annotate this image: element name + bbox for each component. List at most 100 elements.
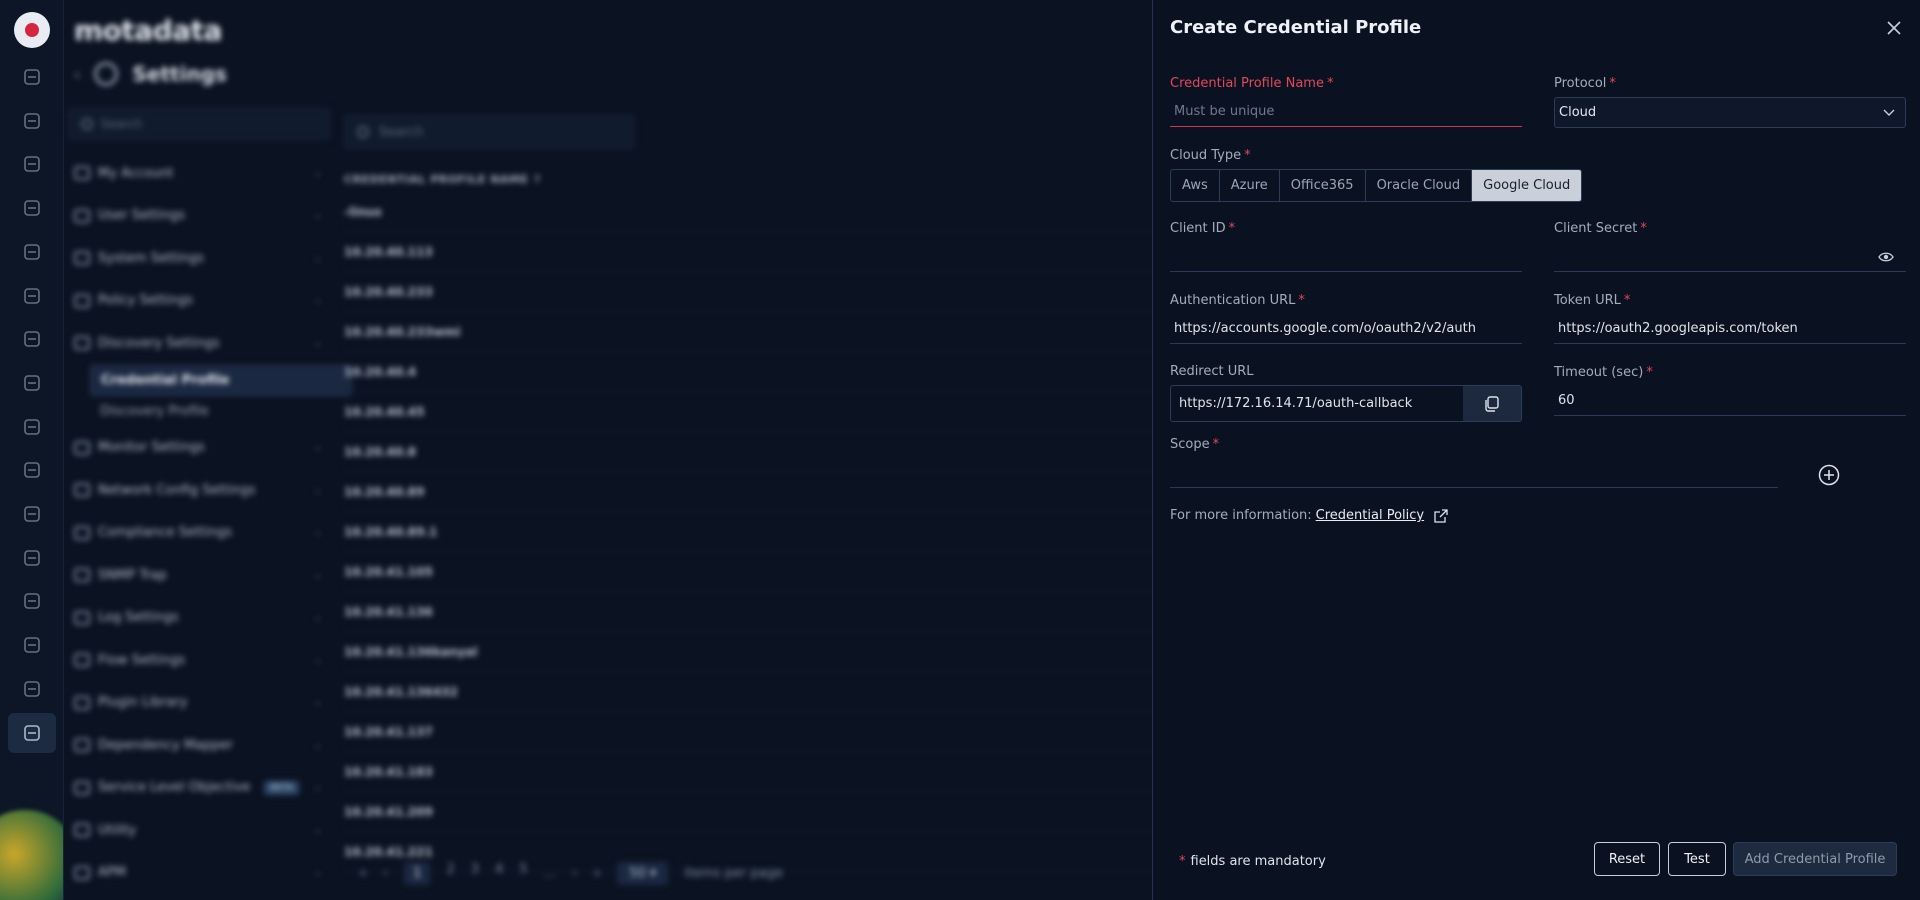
sidebar-item-utility[interactable]: Utility ⌄ [68, 809, 330, 852]
topology-icon[interactable] [20, 196, 44, 220]
chevron-down-icon: ⌄ [313, 252, 322, 264]
sidebar-subitem-discovery-profile[interactable]: Discovery Profile [68, 396, 330, 427]
cloud-type-option-azure[interactable]: Azure [1220, 170, 1280, 201]
table-row[interactable]: 10.20.40.4 [344, 352, 1164, 392]
gear-icon [94, 62, 119, 86]
page-number[interactable]: 4 [495, 862, 503, 885]
motadata-logo-icon[interactable] [14, 12, 50, 48]
sidebar-item-system-settings[interactable]: System Settings ⌄ [68, 237, 330, 280]
token-url-input[interactable] [1554, 314, 1906, 344]
sidebar-item-compliance-settings[interactable]: Compliance Settings ⌄ [68, 512, 330, 555]
profile-name-label: Credential Profile Name * [1170, 76, 1334, 91]
page-number[interactable]: 5 [519, 862, 527, 885]
robot-icon[interactable] [20, 633, 44, 657]
table-row[interactable]: 10.20.40.8 [344, 432, 1164, 472]
network-icon[interactable] [20, 284, 44, 308]
sidebar-item-dependency-mapper[interactable]: Dependency Mapper ⌄ [68, 724, 330, 767]
first-page-icon[interactable]: « [359, 866, 367, 881]
prev-page-icon[interactable]: ‹ [383, 866, 388, 881]
dashboard-icon[interactable] [20, 65, 44, 89]
sidebar-item-snmp-trap[interactable]: SNMP Trap ⌄ [68, 554, 330, 597]
test-button[interactable]: Test [1668, 842, 1726, 876]
table-row[interactable]: 10.20.41.137 [344, 712, 1164, 752]
chat-icon[interactable] [20, 546, 44, 570]
cloud-type-option-aws[interactable]: Aws [1171, 170, 1220, 201]
table-row[interactable]: 10.20.41.209 [344, 792, 1164, 832]
token-url-field: Token URL * [1554, 293, 1906, 344]
user-group-icon[interactable] [20, 589, 44, 613]
page-number[interactable]: 2 [446, 862, 454, 885]
table-row[interactable]: 10.20.41.136432 [344, 672, 1164, 712]
flow-icon[interactable] [20, 327, 44, 351]
table-row[interactable]: 10.20.41.183 [344, 752, 1164, 792]
sidebar-item-log-settings[interactable]: Log Settings ⌄ [68, 597, 330, 640]
cloud-type-field: Cloud Type * Aws Azure Office365 Oracle Clou… [1170, 148, 1583, 202]
sidebar-item-policy-settings[interactable]: Policy Settings ⌄ [68, 280, 330, 323]
close-icon[interactable] [1884, 18, 1904, 38]
cloud-type-option-oracle-cloud[interactable]: Oracle Cloud [1366, 170, 1473, 201]
scope-input[interactable] [1170, 458, 1778, 488]
sidebar-item-user-settings[interactable]: User Settings ⌄ [68, 195, 330, 238]
search-icon [357, 126, 369, 138]
sidebar-item-network-config-settings[interactable]: Network Config Settings ⌄ [68, 469, 330, 512]
sidebar-item-apm[interactable]: APM ⌄ [68, 852, 330, 895]
sidebar-subitem-credential-profile[interactable]: Credential Profile [90, 364, 352, 396]
sidebar-search[interactable]: Search [68, 108, 330, 140]
page-number[interactable]: 1 [404, 862, 431, 885]
next-page-icon[interactable]: › [572, 866, 577, 881]
page-number[interactable]: 3 [471, 862, 479, 885]
sidebar-item-discovery-settings[interactable]: Discovery Settings ⌄ [68, 322, 330, 365]
table-row[interactable]: 10.20.40.89 [344, 472, 1164, 512]
table-row[interactable]: 10.20.40.113 [344, 232, 1164, 272]
sidebar-item-service-level-objective[interactable]: Service Level Objective BETA ⌄ [68, 767, 330, 810]
alert-icon[interactable] [20, 152, 44, 176]
report-icon[interactable] [20, 458, 44, 482]
table-row[interactable]: -linux [344, 192, 1164, 232]
reset-button[interactable]: Reset [1594, 842, 1660, 876]
sidebar-item-label: Compliance Settings [98, 525, 232, 541]
column-header[interactable]: CREDENTIAL PROFILE NAME ↑ [344, 173, 1164, 186]
profile-name-input[interactable] [1170, 97, 1522, 127]
auth-url-label: Authentication URL * [1170, 293, 1305, 308]
eye-icon[interactable] [1878, 250, 1894, 264]
timeout-input[interactable] [1554, 386, 1906, 416]
auth-url-input[interactable] [1170, 314, 1522, 344]
table-row[interactable]: 10.20.41.136kanyal [344, 632, 1164, 672]
metric-icon[interactable] [20, 415, 44, 439]
table-row[interactable]: 10.20.40.233wmi [344, 312, 1164, 352]
external-link-icon[interactable] [1434, 508, 1448, 523]
sidebar-item-monitor-settings[interactable]: Monitor Settings ⌄ [68, 427, 330, 470]
protocol-select[interactable]: Cloud [1554, 97, 1906, 128]
redirect-url-field: Redirect URL https://172.16.14.71/oauth-… [1170, 364, 1522, 422]
monitor-icon[interactable] [20, 109, 44, 133]
table-row[interactable]: 10.20.40.233 [344, 272, 1164, 312]
copy-button[interactable] [1463, 386, 1521, 421]
client-id-input[interactable] [1170, 242, 1522, 272]
credential-policy-link[interactable]: Credential Policy [1316, 508, 1424, 523]
add-credential-profile-button[interactable]: Add Credential Profile [1733, 842, 1897, 876]
table-row[interactable]: 10.20.41.105 [344, 552, 1164, 592]
add-scope-icon[interactable] [1818, 464, 1840, 486]
cloud-type-segmented: Aws Azure Office365 Oracle Cloud Google Clou… [1170, 169, 1583, 202]
settings-icon[interactable] [8, 712, 56, 753]
info-prefix: For more information: [1170, 508, 1312, 523]
cloud-type-option-office365[interactable]: Office365 [1280, 170, 1366, 201]
sidebar-item-plugin-library[interactable]: Plugin Library ⌄ [68, 682, 330, 725]
sidebar-item-my-account[interactable]: My Account ⌄ [68, 152, 330, 195]
per-page-select[interactable]: 50 ▾ [617, 862, 669, 885]
log-icon[interactable] [20, 240, 44, 264]
table-row[interactable]: 10.20.40.89.1 [344, 512, 1164, 552]
sidebar-item-flow-settings[interactable]: Flow Settings ⌄ [68, 639, 330, 682]
policy-icon[interactable] [20, 371, 44, 395]
display-icon[interactable] [20, 502, 44, 526]
back-icon[interactable]: ‹ [74, 65, 80, 84]
client-secret-input[interactable] [1554, 242, 1906, 272]
list-search[interactable]: Search [344, 115, 634, 149]
document-icon[interactable] [20, 677, 44, 701]
last-page-icon[interactable]: » [593, 866, 601, 881]
table-row[interactable]: 10.20.40.45 [344, 392, 1164, 432]
menu-icon [74, 525, 90, 540]
auth-url-field: Authentication URL * [1170, 293, 1522, 344]
cloud-type-option-google-cloud[interactable]: Google Cloud [1472, 170, 1582, 201]
table-row[interactable]: 10.20.41.136 [344, 592, 1164, 632]
